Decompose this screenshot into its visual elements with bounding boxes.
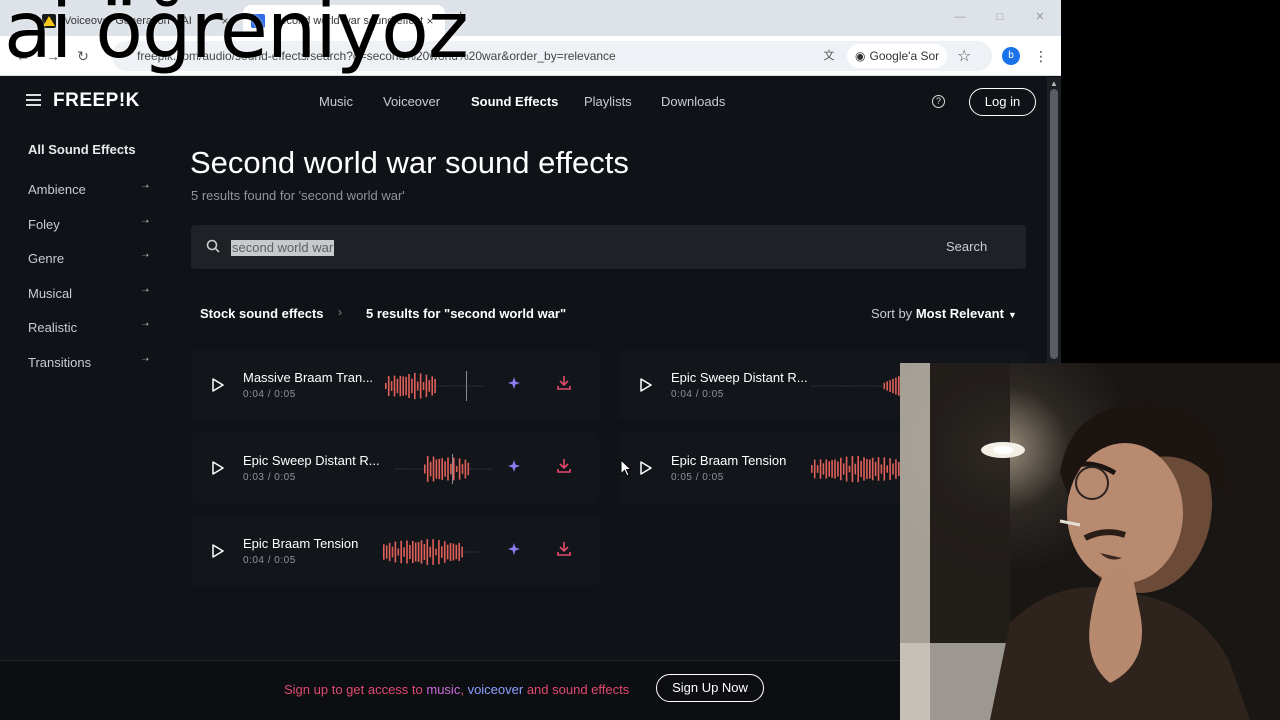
caret-down-icon: ▼ xyxy=(1007,310,1017,320)
waveform[interactable] xyxy=(383,371,483,401)
sidebar-item-foley[interactable]: Foley ➝ xyxy=(28,216,151,232)
sort-dropdown[interactable]: Sort by Most Relevant ▼ xyxy=(871,306,1017,321)
play-icon[interactable] xyxy=(212,378,224,392)
sound-title[interactable]: Massive Braam Tran... xyxy=(243,370,373,385)
signup-now-button[interactable]: Sign Up Now xyxy=(656,674,764,702)
play-icon[interactable] xyxy=(212,544,224,558)
sidebar-item-musical[interactable]: Musical ➝ xyxy=(28,285,151,301)
google-ask-button[interactable]: ◉ Google'a Sor xyxy=(847,44,948,68)
search-input[interactable]: second world war xyxy=(231,240,335,256)
sound-card[interactable]: Epic Braam Tension 0:04 / 0:05 xyxy=(191,516,599,586)
sound-card[interactable]: Epic Sweep Distant R... 0:03 / 0:05 xyxy=(191,433,599,503)
freepik-page: FREEP!K Music Voiceover Sound Effects Pl… xyxy=(0,77,1047,720)
chevron-right-icon: ➝ xyxy=(141,181,149,191)
freepik-logo[interactable]: FREEP!K xyxy=(53,90,140,112)
translate-icon[interactable]: 文 xyxy=(820,47,838,65)
chevron-right-icon: ➝ xyxy=(141,354,149,364)
page-title: Second world war sound effects xyxy=(190,145,629,180)
nav-downloads[interactable]: Downloads xyxy=(661,94,725,109)
sound-title[interactable]: Epic Braam Tension xyxy=(243,536,358,551)
scroll-thumb[interactable] xyxy=(1050,89,1058,359)
nav-music[interactable]: Music xyxy=(319,94,353,109)
sidebar-all-sound-effects[interactable]: All Sound Effects xyxy=(28,142,136,157)
hamburger-menu-icon[interactable] xyxy=(26,94,41,106)
signup-banner: Sign up to get access to music, voiceove… xyxy=(0,660,1047,720)
breadcrumb-root[interactable]: Stock sound effects xyxy=(200,306,324,321)
sound-title[interactable]: Epic Sweep Distant R... xyxy=(671,370,808,385)
sound-card[interactable]: Massive Braam Tran... 0:04 / 0:05 xyxy=(191,350,599,420)
ai-sparkle-icon[interactable] xyxy=(507,542,521,556)
breadcrumb-current: 5 results for "second world war" xyxy=(366,306,567,321)
waveform[interactable] xyxy=(381,537,481,567)
minimize-icon[interactable]: — xyxy=(953,10,967,24)
waveform[interactable] xyxy=(809,371,909,401)
screen: ⌄ Voiceover Generation – AI × Second wor… xyxy=(0,0,1280,720)
download-icon[interactable] xyxy=(557,541,571,557)
chevron-right-icon: ➝ xyxy=(141,216,149,226)
play-icon[interactable] xyxy=(640,461,652,475)
waveform[interactable] xyxy=(393,454,493,484)
chevron-right-icon: ➝ xyxy=(141,285,149,295)
bookmark-star-icon[interactable]: ☆ xyxy=(957,46,971,66)
maximize-icon[interactable]: □ xyxy=(993,10,1007,24)
sidebar-item-transitions[interactable]: Transitions ➝ xyxy=(28,354,151,370)
window-close-icon[interactable]: ✕ xyxy=(1033,10,1047,24)
sound-title[interactable]: Epic Sweep Distant R... xyxy=(243,453,380,468)
sound-time: 0:03 / 0:05 xyxy=(243,472,296,483)
waveform[interactable] xyxy=(809,454,909,484)
signup-message: Sign up to get access to music, voiceove… xyxy=(284,682,630,697)
sound-time: 0:05 / 0:05 xyxy=(671,472,724,483)
ai-sparkle-icon[interactable] xyxy=(507,459,521,473)
overlay-caption: ai öğreniyoz xyxy=(4,0,469,76)
chevron-right-icon: ➝ xyxy=(141,250,149,260)
sound-time: 0:04 / 0:05 xyxy=(243,389,296,400)
sound-time: 0:04 / 0:05 xyxy=(671,389,724,400)
ai-sparkle-icon[interactable] xyxy=(507,376,521,390)
mouse-cursor-icon xyxy=(620,459,632,477)
sound-title[interactable]: Epic Braam Tension xyxy=(671,453,786,468)
download-icon[interactable] xyxy=(557,375,571,391)
download-icon[interactable] xyxy=(557,458,571,474)
help-icon[interactable]: ? xyxy=(932,95,945,108)
webcam-person-image xyxy=(900,363,1280,720)
sidebar-item-ambience[interactable]: Ambience ➝ xyxy=(28,181,151,197)
scroll-up-icon[interactable]: ▲ xyxy=(1050,79,1058,88)
search-icon xyxy=(206,239,220,253)
sidebar-item-genre[interactable]: Genre ➝ xyxy=(28,250,151,266)
play-icon[interactable] xyxy=(640,378,652,392)
search-button[interactable]: Search xyxy=(946,239,987,254)
play-icon[interactable] xyxy=(212,461,224,475)
nav-playlists[interactable]: Playlists xyxy=(584,94,632,109)
webcam-feed xyxy=(900,363,1280,720)
browser-menu-icon[interactable]: ⋮ xyxy=(1034,47,1048,65)
chevron-right-icon: ➝ xyxy=(141,319,149,329)
login-button[interactable]: Log in xyxy=(969,88,1036,116)
profile-avatar[interactable]: b xyxy=(1002,47,1020,65)
results-count: 5 results found for 'second world war' xyxy=(191,188,405,203)
nav-voiceover[interactable]: Voiceover xyxy=(383,94,440,109)
sound-time: 0:04 / 0:05 xyxy=(243,555,296,566)
sidebar-item-realistic[interactable]: Realistic ➝ xyxy=(28,319,151,335)
nav-sound-effects[interactable]: Sound Effects xyxy=(471,94,558,109)
search-bar: second world war Search xyxy=(191,225,1026,269)
lens-icon: ◉ xyxy=(855,49,866,63)
breadcrumb-chevron-icon: › xyxy=(338,305,342,319)
